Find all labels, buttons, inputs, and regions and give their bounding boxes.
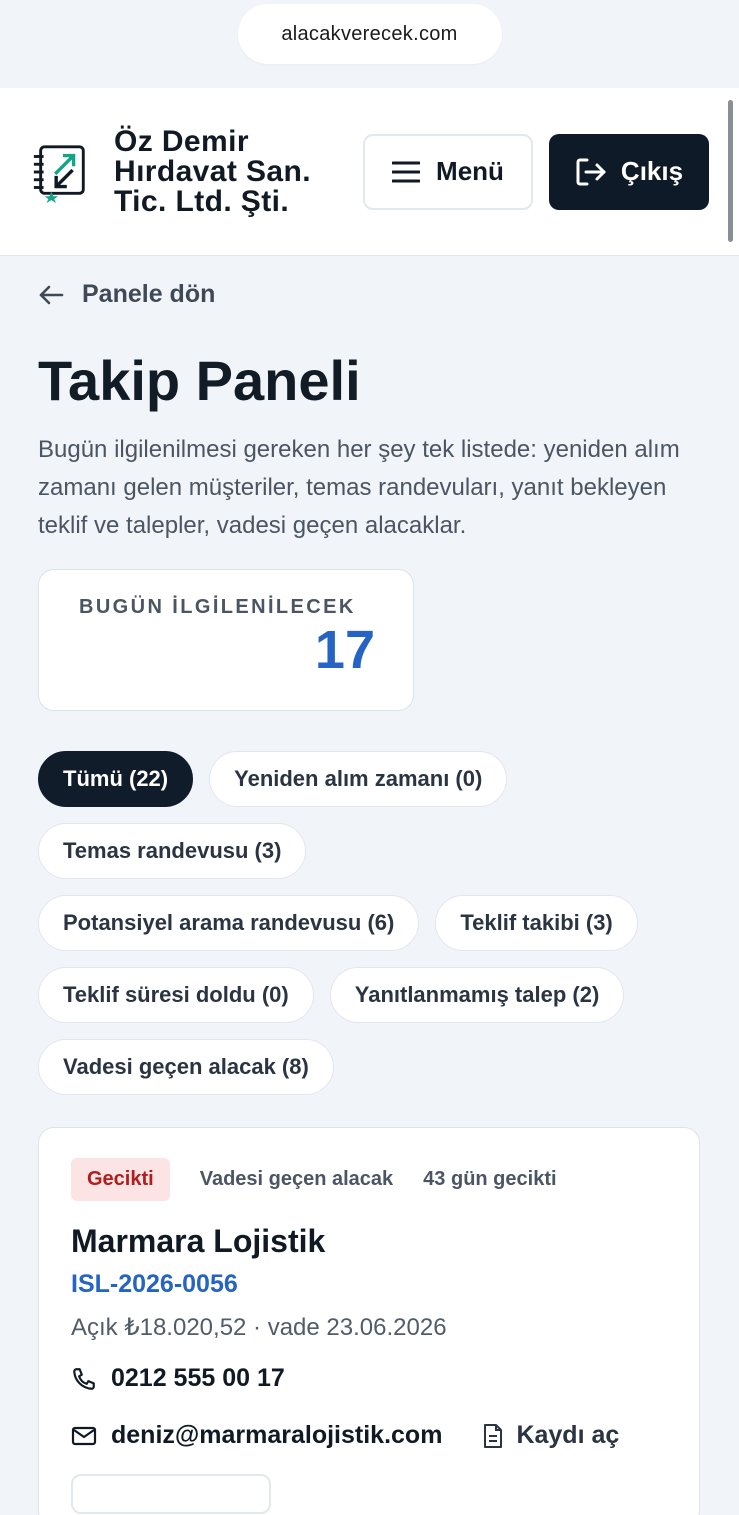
menu-button[interactable]: Menü (363, 133, 533, 210)
stat-card: BUGÜN İLGİLENİLECEK 17 (38, 569, 414, 711)
open-record-link[interactable]: Kaydı aç (482, 1421, 619, 1450)
company-name: Öz Demir Hırdavat San. Tic. Ltd. Şti. (114, 124, 311, 218)
filter-chip-unanswered-request[interactable]: Yanıtlanmamış talep (2) (329, 967, 625, 1023)
filter-chip-all[interactable]: Tümü (22) (38, 751, 194, 807)
filter-chip-offer-expired[interactable]: Teklif süresi doldu (0) (38, 967, 314, 1023)
browser-bar: alacakverecek.com (0, 0, 739, 88)
filter-chip-repurchase[interactable]: Yeniden alım zamanı (0) (209, 751, 508, 807)
document-icon (484, 1423, 503, 1448)
scrollbar-thumb[interactable] (728, 100, 733, 242)
url-field[interactable]: alacakverecek.com (237, 4, 502, 64)
amount-due-line: Açık ₺18.020,52 · vade 23.06.2026 (71, 1314, 447, 1341)
hamburger-icon (392, 161, 421, 182)
status-badge: Gecikti (71, 1158, 170, 1201)
logout-label: Çıkış (620, 156, 684, 186)
filter-chip-prospect-call[interactable]: Potansiyel arama randevusu (6) (38, 895, 420, 951)
phone-number: 0212 555 00 17 (111, 1364, 285, 1392)
email-link[interactable]: deniz@marmaralojistik.com (71, 1421, 442, 1450)
phone-icon (73, 1367, 95, 1390)
back-link[interactable]: Panele dön (38, 280, 701, 309)
customer-name: Marmara Lojistik (71, 1223, 326, 1259)
followup-card: Gecikti Vadesi geçen alacak 43 gün gecik… (38, 1127, 700, 1515)
filter-chips: Tümü (22) Yeniden alım zamanı (0) Temas … (38, 751, 702, 1095)
mail-icon (71, 1426, 97, 1445)
card-action-button[interactable] (71, 1474, 271, 1514)
arrow-left-icon (39, 285, 64, 304)
card-delay: 43 gün gecikti (423, 1168, 557, 1190)
page-description: Bugün ilgilenilmesi gereken her şey tek … (38, 436, 680, 539)
logout-icon (576, 158, 606, 185)
filter-chip-offer-followup[interactable]: Teklif takibi (3) (435, 895, 638, 951)
phone-link[interactable]: 0212 555 00 17 (71, 1364, 667, 1393)
ledger-logo-icon (33, 144, 85, 203)
card-category: Vadesi geçen alacak (199, 1168, 394, 1190)
logout-button[interactable]: Çıkış (549, 133, 709, 210)
stat-label: BUGÜN İLGİLENİLECEK (79, 596, 356, 618)
filter-chip-overdue-receivable[interactable]: Vadesi geçen alacak (8) (38, 1039, 334, 1095)
stat-value: 17 (314, 620, 375, 680)
open-record-label: Kaydı aç (516, 1421, 620, 1449)
main-content: Panele dön Takip Paneli Bugün ilgilenilm… (0, 280, 739, 1515)
page-title: Takip Paneli (38, 349, 361, 412)
filter-chip-contact-appointment[interactable]: Temas randevusu (3) (38, 823, 307, 879)
app-header: Öz Demir Hırdavat San. Tic. Ltd. Şti. Me… (0, 88, 739, 256)
menu-label: Menü (436, 156, 504, 186)
record-code-link[interactable]: ISL-2026-0056 (71, 1270, 667, 1299)
back-label: Panele dön (82, 280, 216, 308)
email-address: deniz@marmaralojistik.com (111, 1421, 443, 1449)
